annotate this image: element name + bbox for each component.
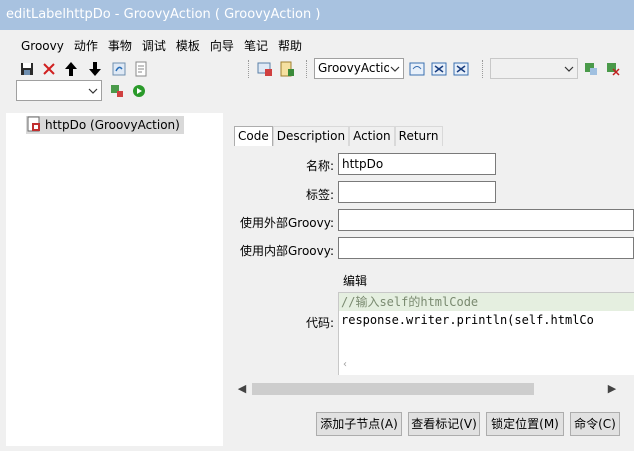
menu-action[interactable]: 动作 — [69, 36, 103, 56]
menu-template[interactable]: 模板 — [171, 36, 205, 56]
tree-node[interactable]: httpDo (GroovyAction) — [26, 116, 184, 134]
tab-code[interactable]: Code — [234, 126, 273, 146]
run-icon[interactable] — [130, 82, 148, 100]
arrow-down-icon[interactable] — [86, 60, 104, 78]
tab-action[interactable]: Action — [349, 126, 395, 146]
scroll-left-icon[interactable]: ◀ — [234, 381, 250, 397]
name-label: 名称: — [305, 159, 334, 173]
tab-return[interactable]: Return — [394, 126, 443, 146]
class-select-value: GroovyActio — [318, 61, 391, 75]
note-icon[interactable] — [278, 60, 296, 78]
scroll-right-icon[interactable]: ▶ — [604, 381, 620, 397]
menubar: Groovy 动作 事物 调试 模板 向导 笔记 帮助 — [16, 36, 307, 56]
debug-icon[interactable] — [108, 82, 126, 100]
code-editor[interactable]: //输入self的htmlCode response.writer.printl… — [338, 292, 634, 375]
add-child-node-button[interactable]: 添加子节点(A) — [316, 412, 402, 436]
delete-icon[interactable] — [40, 60, 58, 78]
window-title: editLabelhttpDo - GroovyAction ( GroovyA… — [0, 0, 634, 30]
editor-scroll-left-icon[interactable]: ‹ — [339, 359, 634, 373]
toolbar-separator — [482, 60, 484, 78]
menu-wizard[interactable]: 向导 — [205, 36, 239, 56]
command-button[interactable]: 命令(C) — [570, 412, 620, 436]
menu-groovy[interactable]: Groovy — [16, 36, 69, 56]
internal-groovy-field[interactable] — [338, 237, 634, 259]
code-line: //输入self的htmlCode — [339, 293, 634, 311]
tab-description[interactable]: Description — [272, 126, 350, 146]
chevron-down-icon — [87, 81, 99, 100]
action-icon-1[interactable] — [408, 60, 426, 78]
filter-select[interactable] — [16, 80, 102, 101]
internal-groovy-label: 使用内部Groovy: — [239, 244, 334, 258]
action-icon-2[interactable] — [430, 60, 448, 78]
external-groovy-field[interactable] — [338, 209, 634, 231]
save-icon[interactable] — [18, 60, 36, 78]
chevron-down-icon — [389, 59, 401, 78]
menu-transaction[interactable]: 事物 — [103, 36, 137, 56]
tag-field[interactable] — [338, 181, 496, 203]
toolbar-separator — [248, 60, 250, 78]
editor-tabs: Code Description Action Return — [234, 126, 443, 146]
tag-label: 标签: — [305, 188, 334, 202]
component-icon[interactable] — [256, 60, 274, 78]
arrow-up-icon[interactable] — [62, 60, 80, 78]
view-tag-button[interactable]: 查看标记(V) — [408, 412, 480, 436]
toolbar-separator — [306, 60, 308, 78]
secondary-toolbar — [16, 80, 316, 102]
external-groovy-label: 使用外部Groovy: — [239, 216, 334, 230]
secondary-select[interactable] — [490, 58, 578, 79]
code-label: 代码: — [305, 316, 334, 330]
panel-horizontal-scrollbar[interactable]: ◀ ▶ — [234, 381, 620, 397]
scroll-thumb[interactable] — [252, 383, 534, 395]
refresh-icon[interactable] — [110, 60, 128, 78]
puzzle-icon-2[interactable] — [604, 60, 622, 78]
name-field[interactable]: httpDo — [338, 153, 496, 175]
edit-label: 编辑 — [343, 274, 368, 288]
menu-notes[interactable]: 笔记 — [239, 36, 273, 56]
lock-position-button[interactable]: 锁定位置(M) — [486, 412, 564, 436]
code-line: response.writer.println(self.htmlCo — [341, 313, 594, 327]
outline-tree[interactable]: httpDo (GroovyAction) — [5, 112, 224, 447]
main-toolbar: GroovyActio — [16, 58, 634, 80]
document-icon[interactable] — [132, 60, 150, 78]
chevron-down-icon — [563, 59, 575, 78]
action-icon-3[interactable] — [452, 60, 470, 78]
puzzle-icon-1[interactable] — [582, 60, 600, 78]
tree-node-label: httpDo (GroovyAction) — [45, 118, 180, 132]
groovy-action-icon — [26, 116, 42, 135]
class-select[interactable]: GroovyActio — [314, 58, 404, 79]
menu-help[interactable]: 帮助 — [273, 36, 307, 56]
menu-debug[interactable]: 调试 — [137, 36, 171, 56]
